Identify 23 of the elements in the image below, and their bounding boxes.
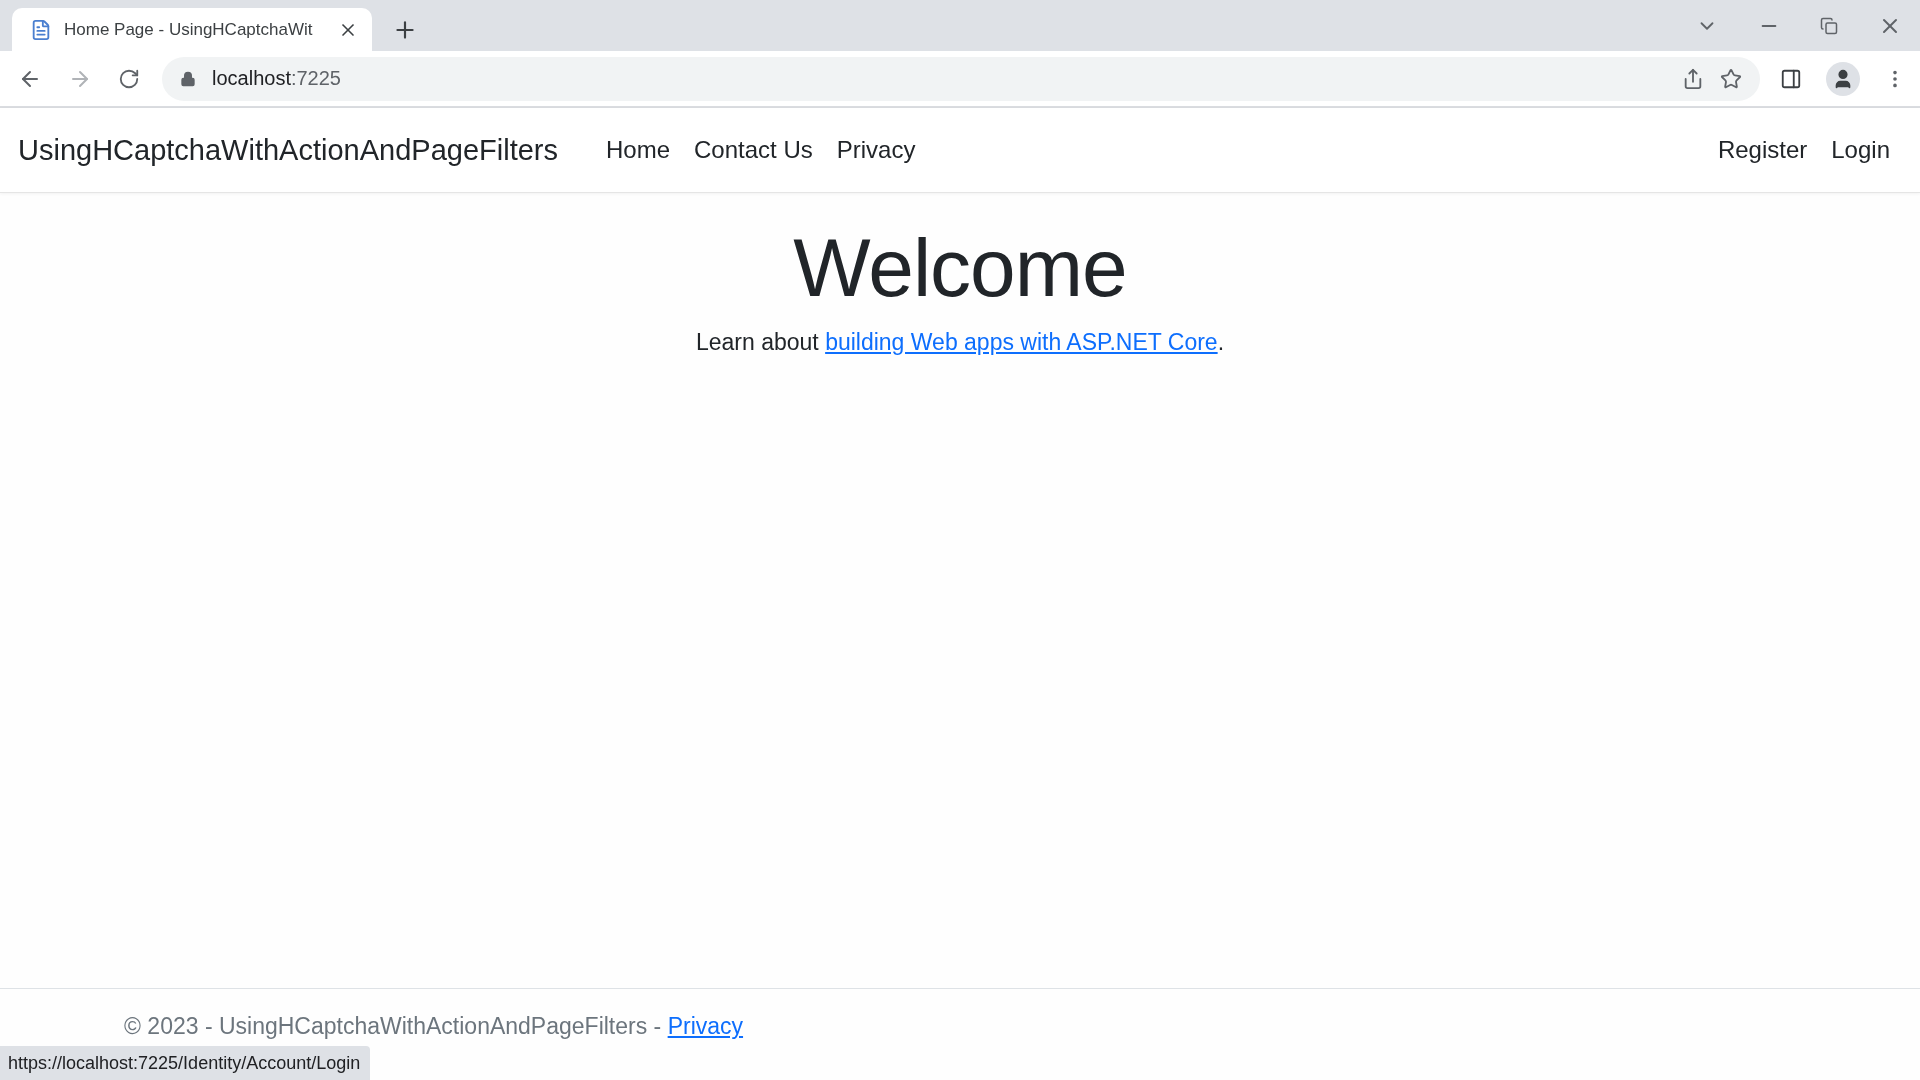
browser-tab[interactable]: Home Page - UsingHCaptchaWit <box>12 8 372 51</box>
nav-link[interactable]: Privacy <box>824 136 928 164</box>
intro-text: Learn about building Web apps with ASP.NET Core. <box>694 329 1226 356</box>
address-bar[interactable]: localhost:7225 <box>162 56 1760 101</box>
bookmark-star-button[interactable] <box>1720 67 1742 90</box>
welcome-heading: Welcome <box>792 221 1128 315</box>
site-brand[interactable]: UsingHCaptchaWithActionAndPageFilters <box>18 133 558 167</box>
status-url: https://localhost:7225/Identity/Account/Login <box>0 1046 371 1080</box>
docs-link[interactable]: building Web apps with ASP.NET Core <box>825 329 1218 355</box>
privacy-link[interactable]: Privacy <box>667 1013 744 1039</box>
nav-link[interactable]: Home <box>594 136 682 164</box>
account-link[interactable]: Login <box>1819 136 1902 164</box>
profile-button[interactable] <box>1826 61 1860 96</box>
footer-text: © 2023 - UsingHCaptchaWithActionAndPageFilters - Privacy <box>124 1013 745 1040</box>
restore-icon[interactable] <box>1820 16 1838 35</box>
reload-button[interactable] <box>118 67 140 90</box>
lock-icon <box>180 70 196 87</box>
nav-link[interactable]: Contact Us <box>682 136 825 164</box>
share-button[interactable] <box>1682 67 1704 90</box>
tab-title: Home Page - UsingHCaptchaWit <box>64 19 314 40</box>
account-link[interactable]: Register <box>1705 136 1820 164</box>
page-icon <box>30 18 52 41</box>
side-panel-button[interactable] <box>1780 67 1802 90</box>
